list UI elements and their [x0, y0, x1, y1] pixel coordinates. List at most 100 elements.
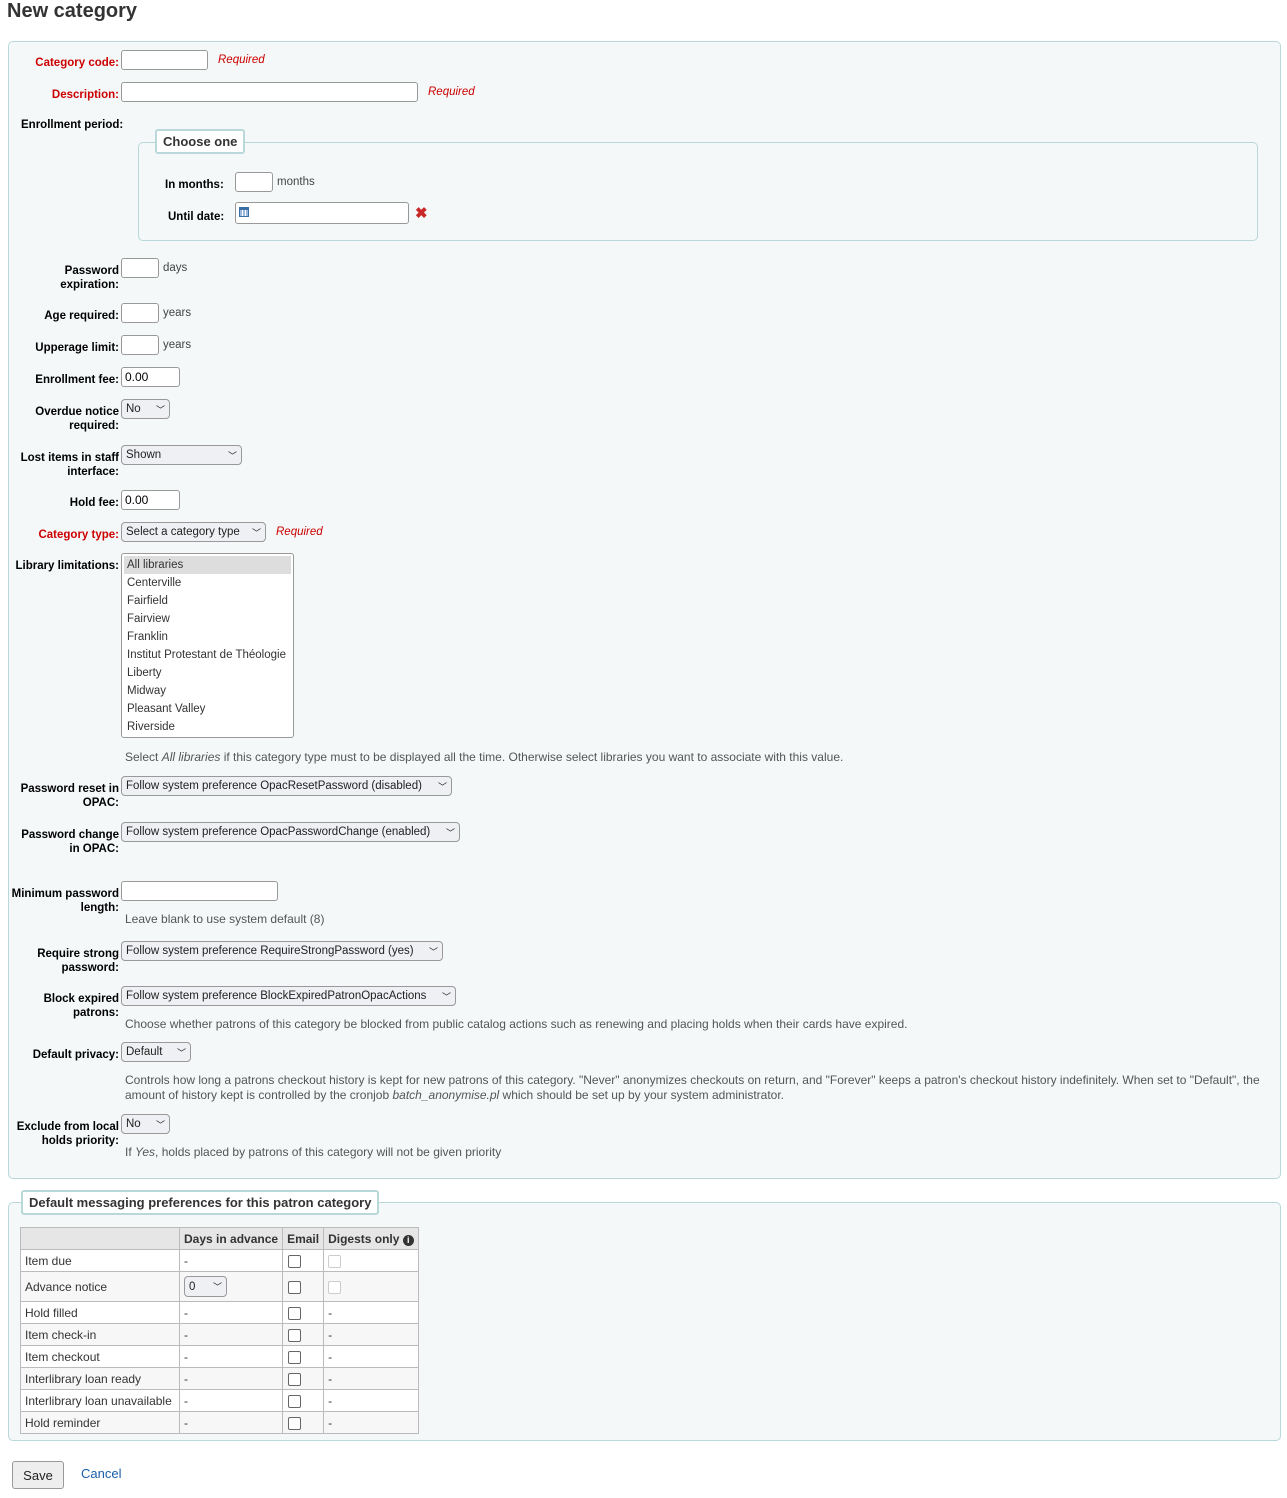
default-privacy-hint: Controls how long a patrons checkout his… — [125, 1073, 1260, 1102]
email-checkbox[interactable] — [288, 1280, 302, 1294]
message-name: Item due — [20, 1249, 180, 1272]
default-privacy-label: Default privacy: — [32, 1049, 119, 1061]
library-option[interactable]: Pleasant Valley — [124, 700, 291, 718]
until-date-input[interactable] — [235, 202, 409, 224]
password-change-select[interactable]: Follow system preference OpacPasswordCha… — [121, 822, 460, 842]
chevron-down-icon: ﹀ — [251, 527, 261, 538]
password-expiration-label: Password expiration: — [60, 265, 119, 291]
required-note: Required — [218, 54, 265, 66]
messaging-row: Item due - — [20, 1249, 419, 1272]
lost-items-label: Lost items in staff interface: — [20, 452, 119, 478]
block-expired-select[interactable]: Follow system preference BlockExpiredPat… — [121, 986, 456, 1006]
email-checkbox[interactable] — [288, 1328, 302, 1342]
exclude-local-holds-select[interactable]: No ﹀ — [121, 1114, 170, 1134]
save-button[interactable]: Save — [12, 1461, 64, 1489]
choose-one-legend: Choose one — [155, 129, 246, 154]
category-type-label: Category type: — [38, 529, 119, 541]
password-expiration-input[interactable] — [121, 258, 159, 278]
message-name: Hold filled — [20, 1301, 180, 1324]
digest-value: - — [328, 1327, 333, 1342]
info-circle-icon[interactable]: i — [402, 1234, 414, 1246]
library-option[interactable]: Fairfield — [124, 592, 291, 610]
messaging-row: Item checkout - - — [20, 1345, 419, 1368]
days-value: - — [184, 1371, 188, 1386]
library-option[interactable]: Riverside — [124, 718, 291, 736]
cancel-link[interactable]: Cancel — [81, 1466, 121, 1481]
calendar-icon[interactable] — [239, 207, 249, 217]
lost-items-select[interactable]: Shown ﹀ — [121, 445, 242, 465]
days-value: - — [184, 1415, 188, 1430]
messaging-row: Advance notice 0 ﹀ — [20, 1271, 419, 1302]
age-required-label: Age required: — [44, 310, 119, 322]
email-checkbox[interactable] — [288, 1350, 302, 1364]
email-checkbox[interactable] — [288, 1372, 302, 1386]
exclude-local-holds-label: Exclude from local holds priority: — [16, 1121, 119, 1147]
exclude-local-holds-hint: If Yes, holds placed by patrons of this … — [125, 1145, 502, 1159]
until-date-label: Until date: — [168, 211, 225, 223]
library-option[interactable]: Fairview — [124, 610, 291, 628]
library-limitations-listbox[interactable]: All libraries Centerville Fairfield Fairvie… — [121, 553, 294, 738]
enrollment-fee-input[interactable] — [121, 367, 180, 387]
chevron-down-icon: ﹀ — [437, 781, 447, 792]
email-checkbox[interactable] — [288, 1306, 302, 1320]
library-option[interactable]: Franklin — [124, 628, 291, 646]
digest-checkbox — [328, 1280, 342, 1294]
chevron-down-icon: ﹀ — [445, 827, 455, 838]
hold-fee-input[interactable] — [121, 490, 180, 510]
category-code-input[interactable] — [121, 50, 208, 70]
in-months-label: In months: — [165, 179, 224, 191]
days-in-advance-select[interactable]: 0 ﹀ — [184, 1276, 227, 1297]
chevron-down-icon: ﹀ — [155, 1119, 165, 1130]
messaging-legend: Default messaging preferences for this p… — [21, 1190, 380, 1215]
digest-value: - — [328, 1415, 333, 1430]
days-value: - — [184, 1393, 188, 1408]
messaging-row: Item check-in - - — [20, 1323, 419, 1346]
col-header-days: Days in advance — [178, 1227, 284, 1250]
library-option[interactable]: Centerville — [124, 574, 291, 592]
enrollment-period-fieldset: In months: months Until date: ✖ — [138, 142, 1258, 241]
digest-value: - — [328, 1371, 333, 1386]
chevron-down-icon: ﹀ — [155, 404, 165, 415]
days-value: - — [184, 1253, 188, 1268]
messaging-table: Days in advance Email Digests only i Ite… — [20, 1227, 419, 1434]
email-checkbox[interactable] — [288, 1394, 302, 1408]
upperage-limit-input[interactable] — [121, 335, 159, 355]
library-option[interactable]: Institut Protestant de Théologie — [124, 646, 291, 664]
block-expired-label: Block expired patrons: — [43, 993, 119, 1019]
email-checkbox[interactable] — [288, 1254, 302, 1268]
category-code-label: Category code: — [35, 57, 119, 69]
in-months-input[interactable] — [235, 172, 273, 192]
library-option[interactable]: All libraries — [124, 556, 291, 574]
messaging-row: Hold filled - - — [20, 1301, 419, 1324]
months-unit: months — [277, 176, 315, 188]
age-required-input[interactable] — [121, 303, 159, 323]
col-header — [20, 1227, 180, 1250]
password-reset-label: Password reset in OPAC: — [20, 783, 119, 809]
messaging-row: Hold reminder - - — [20, 1411, 419, 1434]
password-reset-select[interactable]: Follow system preference OpacResetPasswo… — [121, 776, 452, 796]
clear-date-icon[interactable]: ✖ — [415, 204, 428, 222]
category-form-fieldset: Category code: Required Description: Req… — [8, 41, 1281, 1179]
block-expired-hint: Choose whether patrons of this category … — [125, 1017, 908, 1031]
digest-value: - — [328, 1349, 333, 1364]
page-title: New category — [7, 0, 138, 22]
category-type-select[interactable]: Select a category type ﹀ — [121, 522, 266, 542]
min-password-length-input[interactable] — [121, 881, 278, 901]
email-checkbox[interactable] — [288, 1416, 302, 1430]
description-input[interactable] — [121, 82, 418, 102]
days-value: - — [184, 1349, 188, 1364]
library-limitations-label: Library limitations: — [15, 560, 119, 572]
message-name: Interlibrary loan unavailable — [20, 1389, 180, 1412]
min-password-length-hint: Leave blank to use system default (8) — [125, 912, 325, 926]
overdue-notice-select[interactable]: No ﹀ — [121, 399, 170, 419]
require-strong-select[interactable]: Follow system preference RequireStrongPa… — [121, 941, 443, 961]
chevron-down-icon: ﹀ — [176, 1047, 186, 1058]
description-label: Description: — [51, 89, 119, 101]
password-change-label: Password change in OPAC: — [21, 829, 119, 855]
library-option[interactable]: Liberty — [124, 664, 291, 682]
library-option[interactable]: Midway — [124, 682, 291, 700]
default-privacy-select[interactable]: Default ﹀ — [121, 1042, 191, 1062]
message-name: Advance notice — [20, 1271, 180, 1302]
require-strong-label: Require strong password: — [37, 948, 119, 974]
min-password-length-label: Minimum password length: — [11, 888, 119, 914]
